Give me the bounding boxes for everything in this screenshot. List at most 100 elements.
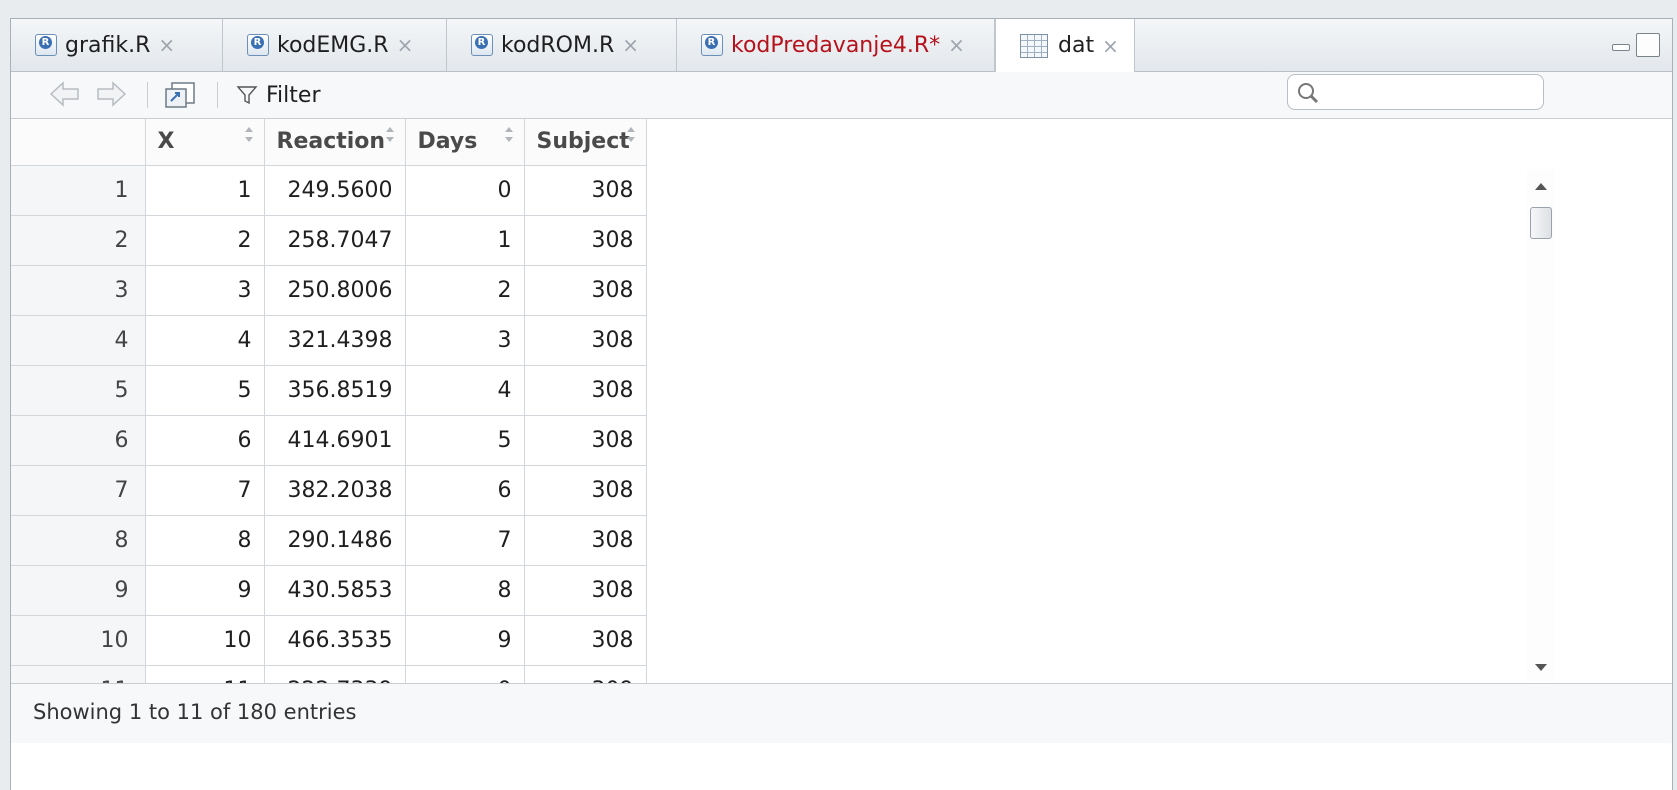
toolbar-separator [147, 82, 148, 108]
entries-count-text: Showing 1 to 11 of 180 entries [33, 700, 357, 724]
table-row: 10 10 466.3535 9 308 [11, 614, 647, 666]
row-number: 3 [11, 264, 146, 316]
back-arrow-icon[interactable] [49, 80, 81, 112]
popout-window-icon[interactable] [163, 80, 197, 114]
table-cell-subject: 308 [523, 364, 647, 416]
table-cell-reaction: 430.5853 [263, 564, 406, 616]
tab-grafik[interactable]: grafik.R × [11, 19, 223, 71]
table-cell-x: 8 [144, 514, 265, 566]
table-cell-subject: 308 [523, 464, 647, 516]
sort-arrows-icon[interactable] [244, 125, 254, 149]
table-cell-days: 2 [404, 264, 525, 316]
column-header-days[interactable]: Days [404, 119, 525, 166]
table-cell-days: 0 [404, 164, 525, 216]
sort-arrows-icon[interactable] [504, 125, 514, 149]
table-cell-x: 4 [144, 314, 265, 366]
column-header-reaction[interactable]: Reaction [263, 119, 406, 166]
row-number: 2 [11, 214, 146, 266]
table-row: 1111222.73390309 [11, 664, 647, 684]
table-cell-subject: 308 [523, 414, 647, 466]
r-file-icon [471, 34, 493, 56]
scroll-up-arrow-icon[interactable] [1535, 183, 1547, 190]
table-cell-reaction: 250.8006 [263, 264, 406, 316]
tab-kodemg[interactable]: kodEMG.R × [223, 19, 447, 71]
toolbar-separator [217, 82, 218, 108]
table-cell-subject: 308 [523, 164, 647, 216]
column-header-label: Reaction [276, 129, 386, 155]
row-number: 6 [11, 414, 146, 466]
table-cell-reaction: 249.5600 [263, 164, 406, 216]
tab-kodrom[interactable]: kodROM.R × [447, 19, 677, 71]
table-cell-subject: 308 [523, 214, 647, 266]
table-cell-subject: 308 [523, 314, 647, 366]
tab-label: kodPredavanje4.R* [731, 32, 941, 58]
table-row: 4 4 321.4398 3 308 [11, 314, 647, 366]
vertical-scrollbar[interactable] [1527, 169, 1555, 681]
column-header-subject[interactable]: Subject [523, 119, 647, 166]
table-cell-reaction: 382.2038 [263, 464, 406, 516]
table-cell-x: 3 [144, 264, 265, 316]
table-cell-subject: 309 [523, 664, 647, 684]
tab-dat[interactable]: dat × [995, 19, 1135, 72]
table-header-row: X Reaction Days Subject [11, 119, 647, 166]
tab-label: dat [1058, 33, 1095, 58]
row-number: 5 [11, 364, 146, 416]
table-cell-days: 9 [404, 614, 525, 666]
scrollbar-thumb[interactable] [1530, 207, 1552, 239]
table-row: 9 9 430.5853 8 308 [11, 564, 647, 616]
close-tab-icon[interactable]: × [1102, 34, 1119, 58]
r-file-icon [35, 34, 57, 56]
table-cell-days: 4 [404, 364, 525, 416]
table-cell-days: 5 [404, 414, 525, 466]
sort-arrows-icon[interactable] [385, 125, 395, 149]
column-header-label: Days [417, 129, 478, 155]
editor-tab-bar: grafik.R × kodEMG.R × kodROM.R × kodPred… [11, 19, 1672, 72]
tab-label: kodEMG.R [277, 32, 389, 58]
table-cell-days: 3 [404, 314, 525, 366]
table-row: 3 3 250.8006 2 308 [11, 264, 647, 316]
table-cell-subject: 308 [523, 264, 647, 316]
pane-controls [1610, 33, 1660, 57]
column-header-label: X [157, 129, 175, 155]
table-cell-reaction: 466.3535 [263, 614, 406, 666]
r-file-icon [701, 34, 723, 56]
row-number: 1 [11, 164, 146, 216]
row-number-header [11, 119, 146, 166]
table-cell-x: 6 [144, 414, 265, 466]
search-box[interactable] [1287, 74, 1544, 110]
sort-arrows-icon[interactable] [626, 125, 636, 149]
tab-kodpredavanje4[interactable]: kodPredavanje4.R* × [677, 19, 995, 71]
close-tab-icon[interactable]: × [397, 33, 414, 57]
table-cell-x: 11 [144, 664, 265, 684]
maximize-pane-icon[interactable] [1636, 33, 1660, 57]
close-tab-icon[interactable]: × [622, 33, 639, 57]
close-tab-icon[interactable]: × [158, 33, 175, 57]
table-row: 6 6 414.6901 5 308 [11, 414, 647, 466]
minimize-pane-icon[interactable] [1610, 33, 1632, 55]
table-cell-x: 2 [144, 214, 265, 266]
column-header-x[interactable]: X [144, 119, 265, 166]
data-grid-icon [1020, 33, 1048, 58]
table-cell-x: 9 [144, 564, 265, 616]
table-cell-x: 10 [144, 614, 265, 666]
table-cell-days: 0 [404, 664, 525, 684]
table-cell-days: 1 [404, 214, 525, 266]
table-cell-reaction: 414.6901 [263, 414, 406, 466]
column-header-label: Subject [536, 129, 630, 155]
row-number: 4 [11, 314, 146, 366]
table-cell-subject: 308 [523, 564, 647, 616]
table-cell-reaction: 258.7047 [263, 214, 406, 266]
data-table: X Reaction Days Subject 1 1 249.5600 0 308 2 2… [11, 119, 647, 684]
data-table-area: X Reaction Days Subject 1 1 249.5600 0 308 2 2… [11, 119, 1656, 684]
filter-label: Filter [266, 82, 321, 108]
scroll-down-arrow-icon[interactable] [1535, 664, 1547, 671]
table-row: 8 8 290.1486 7 308 [11, 514, 647, 566]
forward-arrow-icon[interactable] [95, 80, 127, 112]
filter-funnel-icon [236, 86, 258, 105]
row-number: 7 [11, 464, 146, 516]
table-cell-reaction: 321.4398 [263, 314, 406, 366]
table-row: 7 7 382.2038 6 308 [11, 464, 647, 516]
filter-button[interactable]: Filter [236, 80, 320, 110]
close-tab-icon[interactable]: × [948, 33, 965, 57]
search-input[interactable] [1324, 79, 1538, 107]
